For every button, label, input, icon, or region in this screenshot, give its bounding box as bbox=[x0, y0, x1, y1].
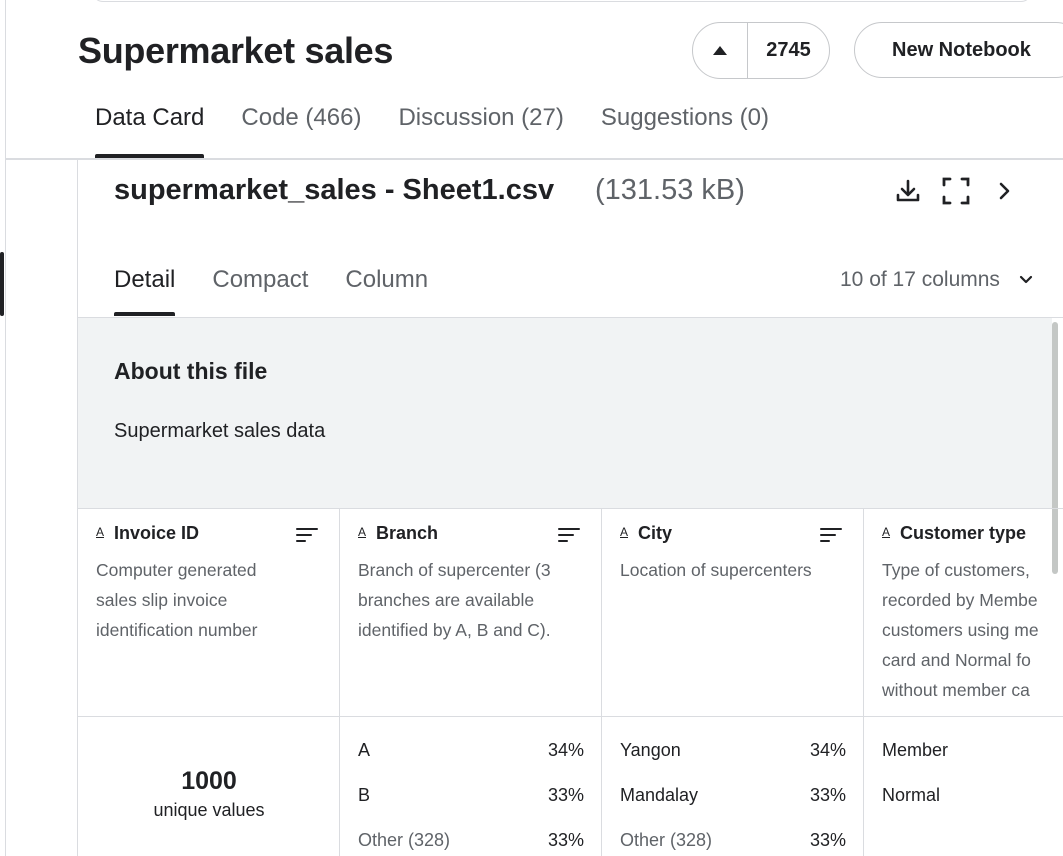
column-name: Branch bbox=[376, 523, 439, 543]
unique-label: unique values bbox=[153, 800, 265, 820]
column-name: Invoice ID bbox=[114, 523, 200, 543]
column-name: Customer type bbox=[900, 523, 1027, 543]
column-card-customer-type: A Customer type Type of customers, recor… bbox=[864, 509, 1063, 856]
column-description: Type of customers, recorded by Membe cus… bbox=[882, 560, 1039, 700]
value-row: Yangon 34% bbox=[620, 740, 846, 760]
column-description: Branch of supercenter (3 branches are av… bbox=[358, 560, 551, 640]
tab-data-card[interactable]: Data Card bbox=[95, 104, 205, 158]
vote-count: 2745 bbox=[766, 39, 811, 61]
value-row-other: Other (328) 33% bbox=[620, 830, 846, 850]
upvote-button[interactable] bbox=[693, 23, 748, 78]
about-text: Supermarket sales data bbox=[114, 420, 326, 442]
value-row: Normal bbox=[882, 785, 941, 805]
unique-count: 1000 bbox=[181, 767, 237, 795]
page-title: Supermarket sales bbox=[78, 30, 394, 71]
divider bbox=[78, 716, 340, 717]
fullscreen-icon[interactable] bbox=[941, 176, 971, 206]
string-type-icon: A bbox=[620, 524, 629, 539]
divider bbox=[602, 716, 864, 717]
download-icon[interactable] bbox=[893, 176, 923, 206]
string-type-icon: A bbox=[96, 524, 105, 539]
sort-icon[interactable] bbox=[558, 527, 580, 543]
value-row: Member bbox=[882, 740, 949, 760]
file-name: supermarket_sales - Sheet1.csv bbox=[114, 174, 555, 206]
tab-column[interactable]: Column bbox=[345, 266, 428, 318]
sort-icon[interactable] bbox=[820, 527, 842, 543]
about-panel bbox=[78, 318, 1052, 508]
column-description: Location of supercenters bbox=[620, 560, 812, 580]
file-size: (131.53 kB) bbox=[595, 174, 745, 206]
column-header: A City bbox=[620, 523, 672, 544]
upvote-arrow-icon bbox=[713, 46, 727, 55]
upvote-control[interactable]: 2745 bbox=[692, 22, 830, 79]
value-row: Mandalay 33% bbox=[620, 785, 846, 805]
tab-code[interactable]: Code (466) bbox=[241, 104, 361, 158]
columns-selector[interactable]: 10 of 17 columns bbox=[840, 268, 1034, 292]
left-divider bbox=[5, 0, 6, 856]
column-description: Computer generated sales slip invoice id… bbox=[96, 560, 258, 640]
column-card-city: A City Location of supercenters Yangon 34… bbox=[602, 509, 864, 856]
chevron-down-icon bbox=[1018, 268, 1034, 292]
string-type-icon: A bbox=[882, 524, 891, 539]
columns-selector-label: 10 of 17 columns bbox=[840, 268, 1000, 291]
sort-icon[interactable] bbox=[296, 527, 318, 543]
string-type-icon: A bbox=[358, 524, 367, 539]
tab-suggestions[interactable]: Suggestions (0) bbox=[601, 104, 769, 158]
value-row: B 33% bbox=[358, 785, 584, 805]
tab-compact[interactable]: Compact bbox=[212, 266, 308, 318]
value-row-other: Other (328) 33% bbox=[358, 830, 584, 850]
about-title: About this file bbox=[114, 358, 268, 384]
column-header: A Customer type bbox=[882, 523, 1026, 544]
column-header: A Branch bbox=[358, 523, 438, 544]
new-notebook-button[interactable]: New Notebook bbox=[854, 22, 1063, 78]
search-bar-edge bbox=[92, 0, 1032, 2]
tab-detail[interactable]: Detail bbox=[114, 266, 176, 318]
value-row: A 34% bbox=[358, 740, 584, 760]
column-card-branch: A Branch Branch of supercenter (3 branch… bbox=[340, 509, 602, 856]
chevron-right-icon[interactable] bbox=[989, 176, 1019, 206]
tab-discussion[interactable]: Discussion (27) bbox=[398, 104, 563, 158]
active-nav-marker bbox=[0, 252, 4, 316]
divider bbox=[340, 716, 602, 717]
column-header: A Invoice ID bbox=[96, 523, 199, 544]
view-tabs: Detail Compact Column bbox=[114, 266, 465, 318]
column-card-invoice-id: A Invoice ID Computer generated sales sl… bbox=[78, 509, 340, 856]
divider bbox=[864, 716, 1063, 717]
column-name: City bbox=[638, 523, 673, 543]
dataset-tabs: Data Card Code (466) Discussion (27) Sug… bbox=[95, 104, 806, 158]
column-grid: A Invoice ID Computer generated sales sl… bbox=[78, 508, 1063, 856]
